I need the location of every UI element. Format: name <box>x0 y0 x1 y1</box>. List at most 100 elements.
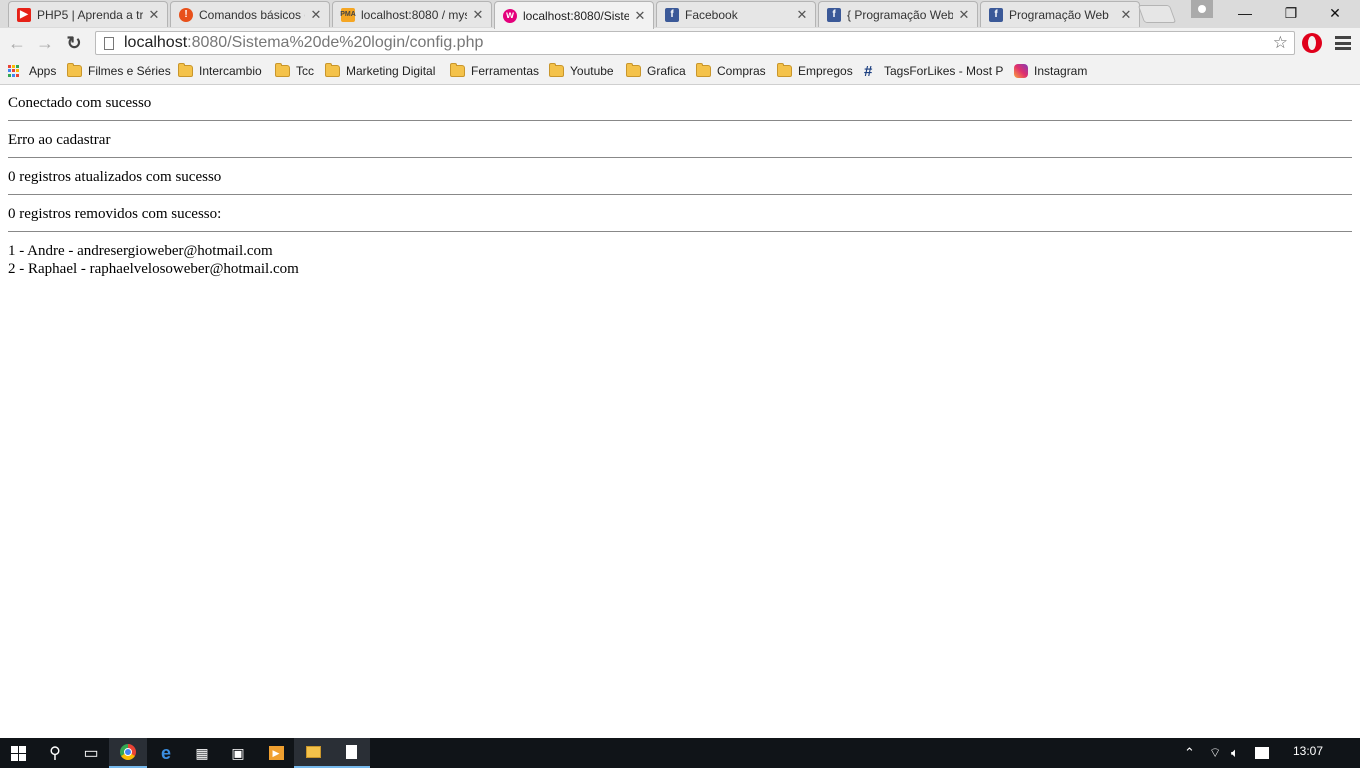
notifications-icon[interactable] <box>1255 738 1269 768</box>
tab-close-icon[interactable]: ✕ <box>471 7 485 23</box>
bookmark-intercambio[interactable]: Intercambio <box>178 62 262 80</box>
browser-toolbar: ← → ↻ localhost:8080/Sistema%20de%20logi… <box>0 28 1360 58</box>
divider <box>8 120 1352 121</box>
file-explorer-icon[interactable] <box>294 738 332 768</box>
bookmark-youtube[interactable]: Youtube <box>549 62 614 80</box>
close-window-button[interactable]: ✕ <box>1312 0 1358 26</box>
folder-icon <box>450 63 465 77</box>
bookmark-ferramentas[interactable]: Ferramentas <box>450 62 539 80</box>
wamp-icon: w <box>503 8 517 23</box>
tab-close-icon[interactable]: ✕ <box>795 7 809 23</box>
folder-icon <box>549 63 564 77</box>
bookmark-star-icon[interactable]: ☆ <box>1273 33 1288 53</box>
facebook-icon: f <box>665 7 679 22</box>
instagram-icon <box>1014 64 1028 78</box>
film-app-icon[interactable]: ▦ <box>183 738 221 768</box>
new-tab-button[interactable] <box>1137 5 1177 23</box>
reload-icon[interactable]: ↻ <box>63 32 85 54</box>
tab-close-icon[interactable]: ✕ <box>633 8 647 24</box>
connection-message: Conectado com sucesso <box>8 95 152 111</box>
document-icon[interactable] <box>332 738 370 768</box>
tab-comandos[interactable]: ! Comandos básicos d ✕ <box>170 1 330 27</box>
minimize-button[interactable]: — <box>1222 0 1268 26</box>
bookmark-label: Grafica <box>647 64 686 78</box>
start-windows-icon[interactable] <box>0 738 36 768</box>
bookmark-label: Tcc <box>296 64 314 78</box>
folder-icon <box>178 63 193 77</box>
tab-label: PHP5 | Aprenda a tr <box>37 7 143 22</box>
bookmark-filmes-e-series[interactable]: Filmes e Séries <box>67 62 171 80</box>
tab-close-icon[interactable]: ✕ <box>957 7 971 23</box>
bookmark-grafica[interactable]: Grafica <box>626 62 686 80</box>
bookmark-label: Ferramentas <box>471 64 540 78</box>
tab-close-icon[interactable]: ✕ <box>147 7 161 23</box>
bookmark-apps[interactable]: Apps <box>8 62 56 80</box>
bookmark-label: TagsForLikes - Most P <box>884 64 1004 78</box>
store-icon[interactable]: ▣ <box>219 738 257 768</box>
bookmark-label: Empregos <box>798 64 853 78</box>
url-host: localhost <box>124 34 188 51</box>
hashtag-icon: # <box>864 62 873 80</box>
bookmark-label: Instagram <box>1034 64 1088 78</box>
bookmark-empregos[interactable]: Empregos <box>777 62 853 80</box>
chrome-taskbar-icon[interactable] <box>109 738 147 768</box>
tab-label: { Programação Web <box>847 7 953 22</box>
search-icon[interactable]: ⚲ <box>36 738 74 768</box>
folder-icon <box>67 63 82 77</box>
tab-facebook[interactable]: f Facebook ✕ <box>656 1 816 27</box>
update-message: 0 registros atualizados com sucesso <box>8 169 222 185</box>
task-view-icon[interactable]: ▭ <box>72 738 110 768</box>
tab-label: Comandos básicos d <box>199 7 305 22</box>
bookmark-marketing-digital[interactable]: Marketing Digital <box>325 62 435 80</box>
address-bar[interactable]: localhost:8080/Sistema%20de%20login/conf… <box>95 31 1295 55</box>
url-path: :8080/Sistema%20de%20login/config.php <box>187 34 484 51</box>
forward-arrow-icon[interactable]: → <box>34 32 56 54</box>
back-arrow-icon[interactable]: ← <box>6 32 28 54</box>
windows-taskbar: ⚲ ▭ e ▦ ▣ ▶ ⌃ ⌔ 🔈︎ 13:07 <box>0 738 1360 768</box>
edge-icon[interactable]: e <box>147 738 185 768</box>
folder-icon <box>777 63 792 77</box>
wifi-icon[interactable]: ⌔ <box>1209 738 1221 768</box>
tab-php5[interactable]: ▶ PHP5 | Aprenda a tr ✕ <box>8 1 168 27</box>
bookmark-label: Youtube <box>570 64 614 78</box>
tab-label: Facebook <box>685 7 738 22</box>
tab-label: Programação Web <box>1009 7 1109 22</box>
bookmark-label: Compras <box>717 64 766 78</box>
alert-icon: ! <box>179 7 193 22</box>
insert-error-message: Erro ao cadastrar <box>8 132 111 148</box>
bookmark-compras[interactable]: Compras <box>696 62 766 80</box>
tab-phpmyadmin[interactable]: PMA localhost:8080 / mys ✕ <box>332 1 492 27</box>
facebook-icon: f <box>989 7 1003 22</box>
address-url[interactable]: localhost:8080/Sistema%20de%20login/conf… <box>124 34 483 52</box>
opera-extension-icon[interactable] <box>1302 33 1322 53</box>
taskbar-clock[interactable]: 13:07 <box>1293 744 1323 758</box>
tab-programacao-web-1[interactable]: f { Programação Web ✕ <box>818 1 978 27</box>
tab-localhost-sistema[interactable]: w localhost:8080/Siste ✕ <box>494 1 654 29</box>
show-hidden-icons-icon[interactable]: ⌃ <box>1184 738 1195 768</box>
tab-label: localhost:8080/Siste <box>523 8 629 23</box>
volume-icon[interactable]: 🔈︎ <box>1231 738 1239 768</box>
bookmark-tagsforlikes[interactable]: # TagsForLikes - Most P <box>864 62 1004 80</box>
bookmark-label: Intercambio <box>199 64 262 78</box>
tab-close-icon[interactable]: ✕ <box>309 7 323 23</box>
record-row: 2 - Raphael - raphaelvelosoweber@hotmail… <box>8 261 299 277</box>
tab-label: localhost:8080 / mys <box>361 7 467 22</box>
bookmarks-bar: Apps Filmes e Séries Intercambio Tcc Mar… <box>0 58 1360 85</box>
media-player-icon[interactable]: ▶ <box>257 738 295 768</box>
browser-menu-icon[interactable] <box>1335 34 1351 52</box>
bookmark-tcc[interactable]: Tcc <box>275 62 314 80</box>
tab-strip: ▶ PHP5 | Aprenda a tr ✕ ! Comandos básic… <box>0 0 1360 29</box>
folder-icon <box>275 63 290 77</box>
tab-programacao-web-2[interactable]: f Programação Web ✕ <box>980 1 1140 27</box>
bookmark-label: Apps <box>29 64 57 78</box>
profile-avatar-icon[interactable] <box>1191 0 1213 18</box>
divider <box>8 194 1352 195</box>
tab-close-icon[interactable]: ✕ <box>1119 7 1133 23</box>
records-list: 1 - Andre - andresergioweber@hotmail.com… <box>8 242 1352 278</box>
youtube-icon: ▶ <box>17 7 31 22</box>
restore-button[interactable]: ❐ <box>1268 0 1314 26</box>
phpmyadmin-icon: PMA <box>340 7 356 22</box>
bookmark-instagram[interactable]: Instagram <box>1014 62 1087 80</box>
divider <box>8 157 1352 158</box>
bookmark-label: Filmes e Séries <box>88 64 171 78</box>
